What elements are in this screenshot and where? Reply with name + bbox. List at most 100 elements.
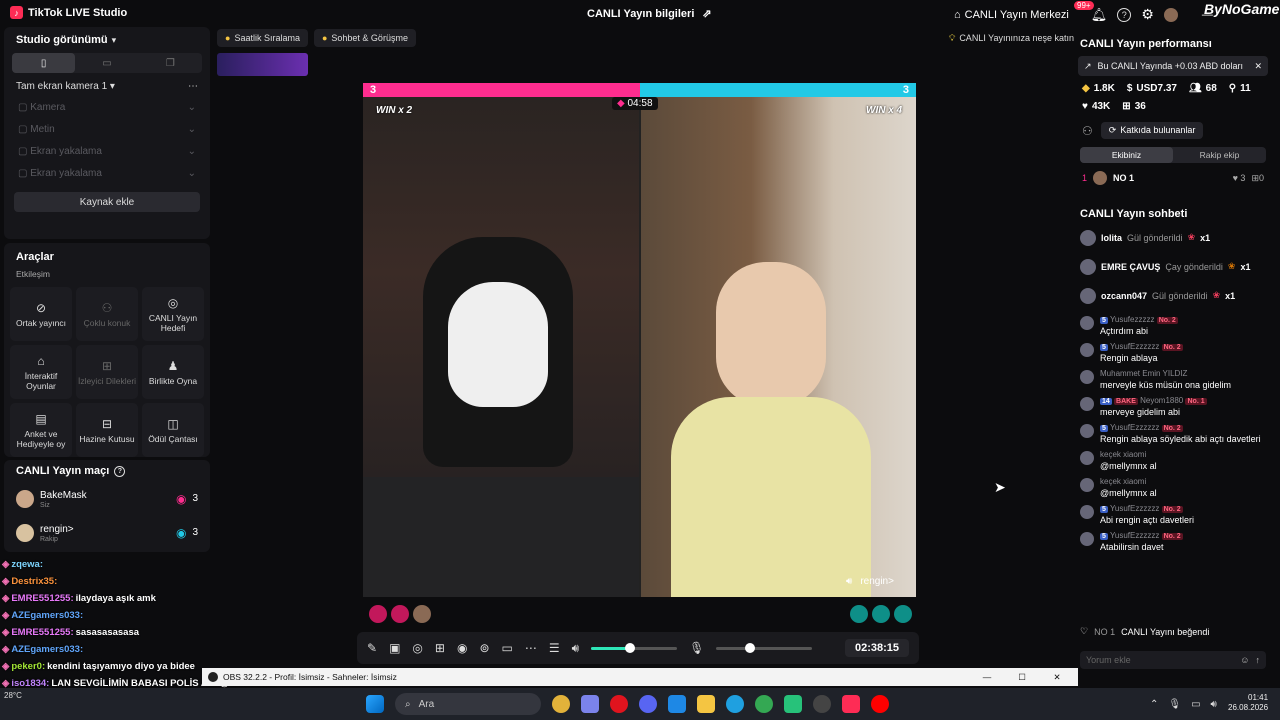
more-icon[interactable]: ⋯ <box>188 81 198 92</box>
taskbar-search[interactable]: ⌕ Ara <box>395 693 541 715</box>
chrome-alt-icon[interactable] <box>755 695 773 713</box>
chat-message[interactable]: keçek xiaomi @mellymnx al <box>1070 474 1276 501</box>
tool-chest[interactable]: ⊟ Hazine Kutusu <box>76 403 138 457</box>
landscape-layout-icon[interactable]: ▭ <box>75 53 138 73</box>
comment-input[interactable]: Yorum ekle ☺ ↑ <box>1080 651 1266 669</box>
tool-poll[interactable]: ▤ Anket ve Hediyeyle oy <box>10 403 72 457</box>
chat-message[interactable]: 5 Yusufezzzzz No. 2 Açtırdım abi <box>1070 312 1276 339</box>
minimize-icon[interactable]: — <box>972 672 1002 682</box>
chrome-icon[interactable] <box>552 695 570 713</box>
tools-grid: ⊘ Ortak yayıncı ⚇ Çoklu konuk ◎ CANLI Yayın H… <box>4 287 210 457</box>
avatar <box>1080 370 1094 384</box>
match-player[interactable]: BakeMask Siz ◉ 3 <box>4 482 210 516</box>
tiktok-taskbar-icon[interactable] <box>842 695 860 713</box>
emoji-icon[interactable]: ☺ <box>1240 655 1249 665</box>
mic-slider[interactable] <box>716 642 813 653</box>
top-contributor-row[interactable]: 1 NO 1 ♥ 3 ⊞0 <box>1070 163 1276 193</box>
chat-message[interactable]: Muhammet Emin YILDIZ merveyle küs müsün … <box>1070 366 1276 393</box>
source-item[interactable]: ▢ Kamera ⌄ <box>4 96 210 118</box>
supporter-avatar[interactable] <box>413 605 431 623</box>
chat-message[interactable]: 5 YusufEzzzzzz No. 2 Rengin ablaya <box>1070 339 1276 366</box>
promo-banner[interactable] <box>217 53 308 76</box>
supporter-avatar[interactable] <box>391 605 409 623</box>
help-icon[interactable]: ? <box>114 465 126 477</box>
tool-gamepad[interactable]: ⌂ İnteraktif Oyunlar <box>10 345 72 399</box>
clock[interactable]: 01:41 26.08.2026 <box>1228 693 1268 714</box>
volume-icon[interactable]: 🔊︎ <box>572 641 580 656</box>
magic-wand-icon[interactable]: ✎ <box>367 641 377 655</box>
supporter-avatar[interactable] <box>850 605 868 623</box>
folder-icon[interactable] <box>697 695 715 713</box>
chevron-up-icon[interactable]: ⌃ <box>1150 699 1158 710</box>
screen-icon[interactable]: ⊞ <box>435 641 445 655</box>
multi-layout-icon[interactable]: ❐ <box>139 53 202 73</box>
store-icon[interactable] <box>668 695 686 713</box>
joy-chip[interactable]: 💡︎ CANLI Yayınınıza neşe katın <box>941 29 1082 47</box>
more-icon[interactable]: ⋯ <box>525 641 537 655</box>
chat-message[interactable]: keçek xiaomi @mellymnx al <box>1070 447 1276 474</box>
hourly-ranking-chip[interactable]: ● Saatlik Sıralama <box>217 29 308 47</box>
help-icon[interactable]: ? <box>1117 7 1132 22</box>
effects-icon[interactable]: ▣ <box>389 641 400 655</box>
windows-start-icon[interactable] <box>366 695 384 713</box>
send-icon[interactable]: ↑ <box>1256 655 1261 665</box>
source-item[interactable]: ▢ Ekran yakalama ⌄ <box>4 162 210 184</box>
weather-widget[interactable]: 28°C <box>4 691 22 700</box>
camera-icon[interactable]: ◎ <box>412 641 422 655</box>
video-icon[interactable]: ▭ <box>502 641 513 655</box>
chat-meet-chip[interactable]: ● Sohbet & Görüşme <box>313 29 416 47</box>
studio-view-dropdown[interactable]: Studio görünümü ▾ <box>4 27 210 53</box>
obs-taskbar-icon[interactable] <box>813 695 831 713</box>
discord-icon[interactable] <box>639 695 657 713</box>
stream-icon[interactable]: ⊚ <box>479 641 489 655</box>
record-icon[interactable]: ◉ <box>457 641 467 655</box>
microphone-icon[interactable]: 🎙︎ <box>1168 699 1181 710</box>
tab-opponent-team[interactable]: Rakip ekip <box>1173 147 1266 163</box>
tool-group[interactable]: ⚇ Çoklu konuk <box>76 287 138 341</box>
add-source-button[interactable]: Kaynak ekle <box>14 192 200 212</box>
avatar <box>1080 424 1094 438</box>
tool-target[interactable]: ◎ CANLI Yayın Hedefi <box>142 287 204 341</box>
portrait-layout-icon[interactable]: ▯ <box>12 53 76 73</box>
sliders-icon[interactable]: ☰ <box>549 641 560 655</box>
chat-message[interactable]: 5 YusufEzzzzzz No. 2 Atabilirsin davet <box>1070 528 1276 555</box>
microphone-icon[interactable]: 🎙︎ <box>689 641 704 655</box>
tool-bag[interactable]: ◫ Ödül Çantası <box>142 403 204 457</box>
match-player[interactable]: rengin> Rakip ◉ 3 <box>4 516 210 550</box>
app-icon[interactable] <box>784 695 802 713</box>
chat-message[interactable]: 5 YusufEzzzzzz No. 2 Abi rengin açtı dave… <box>1070 501 1276 528</box>
bell-icon[interactable]: 🔔︎ <box>1091 7 1108 23</box>
chat-message[interactable]: 5 YusufEzzzzzz No. 2 Rengin ablaya söyled… <box>1070 420 1276 447</box>
opera-icon[interactable] <box>610 695 628 713</box>
supporter-avatar[interactable] <box>894 605 912 623</box>
live-info-button[interactable]: CANLI Yayın bilgileri ⇗ <box>587 7 712 21</box>
close-icon[interactable]: ✕ <box>1042 672 1072 683</box>
opponent-tag[interactable]: 🔊︎ rengin> <box>846 576 894 587</box>
source-item[interactable]: ▢ Ekran yakalama ⌄ <box>4 140 210 162</box>
monitor-icon[interactable]: ▭ <box>1191 699 1200 710</box>
scene-selector[interactable]: Tam ekran kamera 1 ▾ <box>16 81 115 92</box>
chat-message[interactable]: 14 BAKE Neyom1880 No. 1 merveye gidelim a… <box>1070 393 1276 420</box>
supporter-avatar[interactable] <box>872 605 890 623</box>
youtube-icon[interactable] <box>871 695 889 713</box>
volume-slider[interactable] <box>591 642 678 653</box>
tool-joystick[interactable]: ♟ Birlikte Oyna <box>142 345 204 399</box>
live-center-button[interactable]: ⌂ CANLI Yayın Merkezi <box>954 9 1069 21</box>
gear-icon[interactable]: ⚙ <box>1141 6 1154 23</box>
share-icon: ⇗ <box>702 8 712 20</box>
scene-header: Tam ekran kamera 1 ▾ ⋯ <box>4 73 210 96</box>
tool-gift-stack[interactable]: ⊞ İzleyici Dilekleri <box>76 345 138 399</box>
maximize-icon[interactable]: ☐ <box>1007 672 1037 683</box>
tab-your-team[interactable]: Ekibiniz <box>1080 147 1173 163</box>
avatar[interactable] <box>1163 7 1178 22</box>
speaker-icon[interactable]: 🔊︎ <box>846 576 852 587</box>
add-user-icon[interactable]: ⚇ <box>1082 124 1093 138</box>
close-icon[interactable]: ✕ <box>1254 61 1262 72</box>
source-item[interactable]: ▢ Metin ⌄ <box>4 118 210 140</box>
teams-icon[interactable] <box>581 695 599 713</box>
speaker-icon[interactable]: 🔊︎ <box>1211 699 1217 710</box>
edge-icon[interactable] <box>726 695 744 713</box>
supporter-avatar[interactable] <box>369 605 387 623</box>
contributors-button[interactable]: ⟳ Katkıda bulunanlar <box>1100 122 1204 139</box>
tool-link[interactable]: ⊘ Ortak yayıncı <box>10 287 72 341</box>
